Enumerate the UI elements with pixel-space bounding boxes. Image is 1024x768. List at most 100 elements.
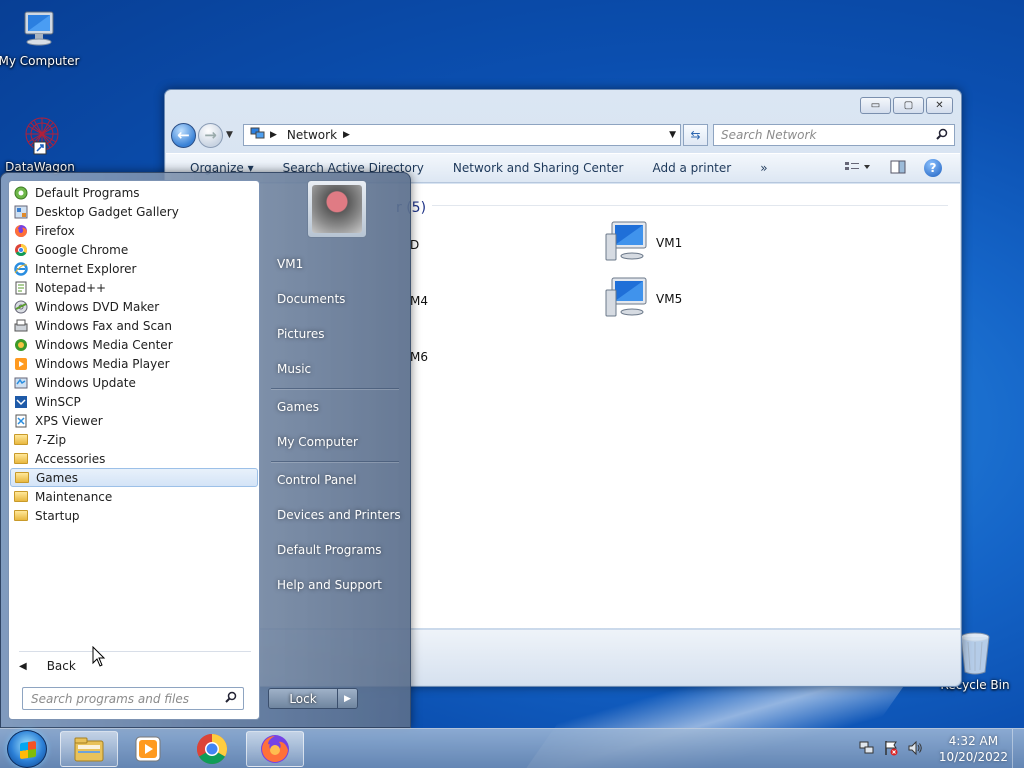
search-icon <box>225 691 237 706</box>
system-tray: 4:32 AM 10/20/2022 <box>855 729 1024 768</box>
taskbar-chrome[interactable] <box>183 731 241 767</box>
maximize-button[interactable]: ▢ <box>893 97 924 114</box>
network-sharing-center-button[interactable]: Network and Sharing Center <box>453 161 624 175</box>
add-printer-button[interactable]: Add a printer <box>652 161 731 175</box>
program-label: Maintenance <box>35 489 113 504</box>
back-arrow-icon[interactable]: ← <box>171 122 196 148</box>
lock-button[interactable]: Lock <box>269 689 337 708</box>
taskbar-firefox[interactable] <box>246 731 304 767</box>
network-location-icon <box>250 127 266 144</box>
minimize-button[interactable]: ▭ <box>860 97 891 114</box>
program-item[interactable]: Windows DVD Maker <box>9 297 259 316</box>
programs-pane: Default Programs Desktop Gadget Gallery Fi… <box>8 180 260 720</box>
ie-icon <box>13 261 29 277</box>
refresh-button[interactable]: ⇆ <box>683 124 708 146</box>
program-item[interactable]: Startup <box>9 506 259 525</box>
change-view-icon[interactable] <box>844 160 872 177</box>
search-placeholder: Search Network <box>721 128 817 142</box>
program-item[interactable]: Internet Explorer <box>9 259 259 278</box>
desktop-icon-datawagon[interactable]: DataWagon <box>0 114 82 174</box>
program-item[interactable]: Windows Media Player <box>9 354 259 373</box>
start-pictures[interactable]: Pictures <box>277 327 325 341</box>
more-commands-button[interactable]: » <box>760 161 767 175</box>
program-item[interactable]: Windows Fax and Scan <box>9 316 259 335</box>
breadcrumb-arrow-icon[interactable]: ▶ <box>343 130 350 140</box>
network-computer-item[interactable]: VM5 <box>604 276 682 321</box>
recent-pages-dropdown-icon[interactable]: ▼ <box>226 130 233 140</box>
breadcrumb-network[interactable]: Network <box>287 128 337 142</box>
firefox-icon <box>13 223 29 239</box>
network-computer-label: M4 <box>410 294 428 308</box>
network-computer-item[interactable]: D <box>410 238 419 252</box>
program-label: Windows Fax and Scan <box>35 318 173 333</box>
program-item[interactable]: XPS Viewer <box>9 411 259 430</box>
start-games[interactable]: Games <box>277 400 319 414</box>
network-computer-item[interactable]: M4 <box>410 294 428 308</box>
search-programs-input[interactable]: Search programs and files <box>22 687 244 710</box>
forward-arrow-icon[interactable]: → <box>198 122 223 148</box>
network-computer-item[interactable]: VM1 <box>604 220 682 265</box>
search-network-input[interactable]: Search Network <box>713 124 955 146</box>
program-item[interactable]: Windows Media Center <box>9 335 259 354</box>
back-button[interactable]: ◀ Back <box>19 659 76 673</box>
dvd-icon <box>13 299 29 315</box>
volume-icon[interactable] <box>907 740 923 759</box>
desktop-icon-label: My Computer <box>0 54 80 68</box>
program-label: Windows Media Center <box>35 337 173 352</box>
taskbar-explorer[interactable] <box>60 731 118 767</box>
clock-time: 4:32 AM <box>948 734 999 748</box>
program-item[interactable]: Google Chrome <box>9 240 259 259</box>
program-item[interactable]: Maintenance <box>9 487 259 506</box>
network-tray-icon[interactable] <box>859 740 875 759</box>
search-placeholder: Search programs and files <box>31 691 189 706</box>
clock[interactable]: 4:32 AM 10/20/2022 <box>939 733 1008 765</box>
desktop-icon-my-computer[interactable]: My Computer <box>0 8 81 68</box>
chrome-icon <box>13 242 29 258</box>
shutdown-options-arrow-icon[interactable]: ▶ <box>337 689 357 708</box>
action-center-flag-icon[interactable] <box>883 740 899 759</box>
show-desktop-button[interactable] <box>1012 729 1024 768</box>
back-separator <box>19 651 251 652</box>
address-dropdown-icon[interactable]: ▼ <box>669 130 676 140</box>
program-item[interactable]: Accessories <box>9 449 259 468</box>
firefox-icon <box>261 735 289 763</box>
breadcrumb-arrow-icon[interactable]: ▶ <box>270 130 277 140</box>
program-item[interactable]: Notepad++ <box>9 278 259 297</box>
chrome-icon <box>196 734 228 765</box>
program-item[interactable]: WinSCP <box>9 392 259 411</box>
program-label: Windows Media Player <box>35 356 170 371</box>
start-default-programs[interactable]: Default Programs <box>277 543 382 557</box>
help-icon[interactable]: ? <box>924 159 942 177</box>
program-item[interactable]: Windows Update <box>9 373 259 392</box>
preview-pane-icon[interactable] <box>890 160 906 177</box>
start-user-vm1[interactable]: VM1 <box>277 257 303 271</box>
program-item[interactable]: Firefox <box>9 221 259 240</box>
group-divider <box>396 205 948 206</box>
start-button[interactable] <box>7 730 47 768</box>
folder-icon <box>13 489 29 505</box>
program-item[interactable]: Desktop Gadget Gallery <box>9 202 259 221</box>
folder-icon <box>14 470 30 486</box>
user-picture[interactable] <box>307 180 367 238</box>
mouse-cursor-icon <box>92 646 106 667</box>
program-item[interactable]: Games <box>10 468 258 487</box>
taskbar-media-player[interactable] <box>119 731 177 767</box>
media-center-icon <box>13 337 29 353</box>
start-help-support[interactable]: Help and Support <box>277 578 382 592</box>
fax-icon <box>13 318 29 334</box>
datawagon-icon <box>18 114 62 158</box>
start-documents[interactable]: Documents <box>277 292 345 306</box>
network-computer-item[interactable]: M6 <box>410 350 428 364</box>
start-my-computer[interactable]: My Computer <box>277 435 358 449</box>
close-button[interactable]: ✕ <box>926 97 953 114</box>
start-devices-printers[interactable]: Devices and Printers <box>277 508 401 522</box>
program-item[interactable]: 7-Zip <box>9 430 259 449</box>
network-computer-icon <box>604 220 650 265</box>
start-control-panel[interactable]: Control Panel <box>277 473 357 487</box>
address-bar[interactable]: ▶ Network ▶ ▼ <box>243 124 681 146</box>
network-computer-icon <box>604 276 650 321</box>
search-icon <box>936 128 948 143</box>
program-item[interactable]: Default Programs <box>9 183 259 202</box>
start-music[interactable]: Music <box>277 362 311 376</box>
program-label: Windows Update <box>35 375 136 390</box>
